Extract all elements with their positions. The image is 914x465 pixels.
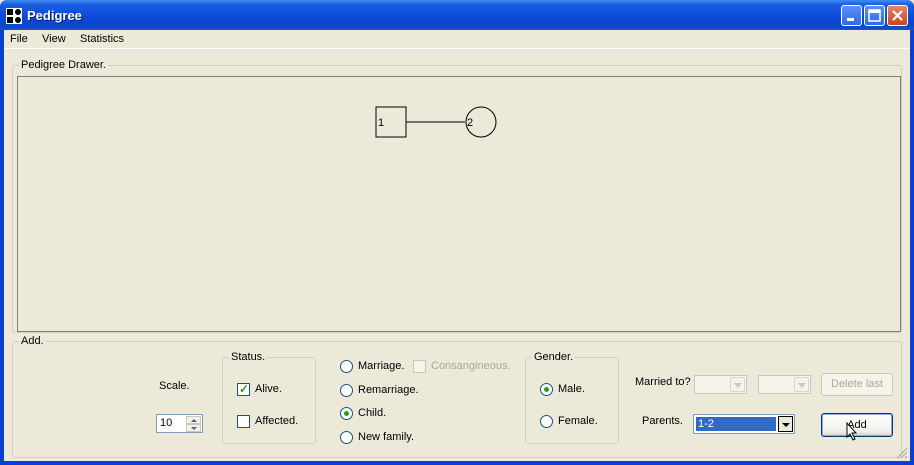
dropdown-arrow-button[interactable] (778, 416, 793, 432)
menu-file[interactable]: File (10, 33, 28, 45)
marriage-radio[interactable] (340, 360, 353, 373)
checkmark-icon: ✓ (239, 382, 250, 396)
married-to-label: Married to? (635, 376, 691, 388)
close-icon (892, 10, 903, 21)
remarriage-label: Remarriage. (358, 384, 419, 396)
title-bar[interactable]: Pedigree (0, 0, 914, 30)
add-group: Add. (12, 335, 902, 458)
minimize-icon (847, 18, 854, 21)
dropdown-arrow-button[interactable] (730, 377, 745, 392)
dropdown-arrow-button[interactable] (794, 377, 809, 392)
affected-label: Affected. (255, 415, 299, 427)
status-group: Status. (222, 351, 316, 444)
add-group-label: Add. (19, 335, 46, 347)
gender-label: Gender. (532, 351, 576, 363)
marriage-label: Marriage. (358, 360, 405, 372)
child-label: Child. (358, 407, 387, 419)
pedigree-diagram: 1 2 (375, 106, 497, 138)
child-radio[interactable] (340, 407, 353, 420)
chevron-down-icon (734, 383, 742, 388)
window-title: Pedigree (27, 8, 82, 23)
chevron-down-icon (798, 383, 806, 388)
chevron-down-icon (191, 427, 197, 430)
delete-last-button[interactable]: Delete last (821, 373, 893, 396)
close-button[interactable] (887, 5, 908, 26)
resize-grip-icon[interactable] (896, 447, 908, 459)
spin-up-button[interactable] (186, 416, 201, 424)
status-label: Status. (229, 351, 268, 363)
radio-selected-dot (344, 411, 349, 416)
menu-view[interactable]: View (42, 33, 66, 45)
remarriage-radio[interactable] (340, 384, 353, 397)
minimize-button[interactable] (841, 5, 862, 26)
pedigree-app-icon (6, 8, 22, 24)
consanguineous-checkbox[interactable] (413, 360, 426, 373)
client-area: File View Statistics Pedigree Drawer. 1 … (4, 30, 910, 461)
alive-checkbox[interactable]: ✓ (237, 382, 250, 396)
maximize-button[interactable] (864, 5, 885, 26)
pedigree-canvas[interactable]: 1 2 (17, 76, 901, 332)
scale-spinner[interactable]: 10 (156, 414, 203, 433)
alive-label: Alive. (255, 383, 282, 395)
app-window: Pedigree File View Statistics Pedigree D… (0, 0, 914, 465)
gender-group: Gender. (525, 351, 619, 444)
spin-down-button[interactable] (186, 424, 201, 432)
married-to-combo-2[interactable] (758, 375, 811, 394)
node-1-label: 1 (378, 117, 384, 129)
menu-statistics[interactable]: Statistics (80, 33, 124, 45)
male-label: Male. (558, 383, 585, 395)
new-family-label: New family. (358, 431, 415, 443)
menu-bar: File View Statistics (4, 30, 910, 49)
chevron-up-icon (191, 419, 197, 422)
male-radio[interactable] (540, 383, 553, 396)
parents-value: 1-2 (695, 416, 777, 432)
maximize-icon (868, 9, 881, 22)
affected-checkbox[interactable] (237, 415, 250, 428)
new-family-radio[interactable] (340, 431, 353, 444)
parents-combo[interactable]: 1-2 (693, 414, 795, 434)
parents-label: Parents. (642, 415, 683, 427)
chevron-down-icon (782, 423, 790, 427)
female-radio[interactable] (540, 415, 553, 428)
radio-selected-dot (544, 387, 549, 392)
node-2-label: 2 (467, 117, 473, 129)
pedigree-drawer-label: Pedigree Drawer. (19, 59, 108, 71)
consanguineous-label: Consangineous. (431, 360, 511, 372)
scale-label: Scale. (159, 380, 190, 392)
scale-value: 10 (160, 417, 173, 429)
female-label: Female. (558, 415, 598, 427)
married-to-combo-1[interactable] (694, 375, 747, 394)
mouse-cursor-icon (846, 422, 858, 441)
